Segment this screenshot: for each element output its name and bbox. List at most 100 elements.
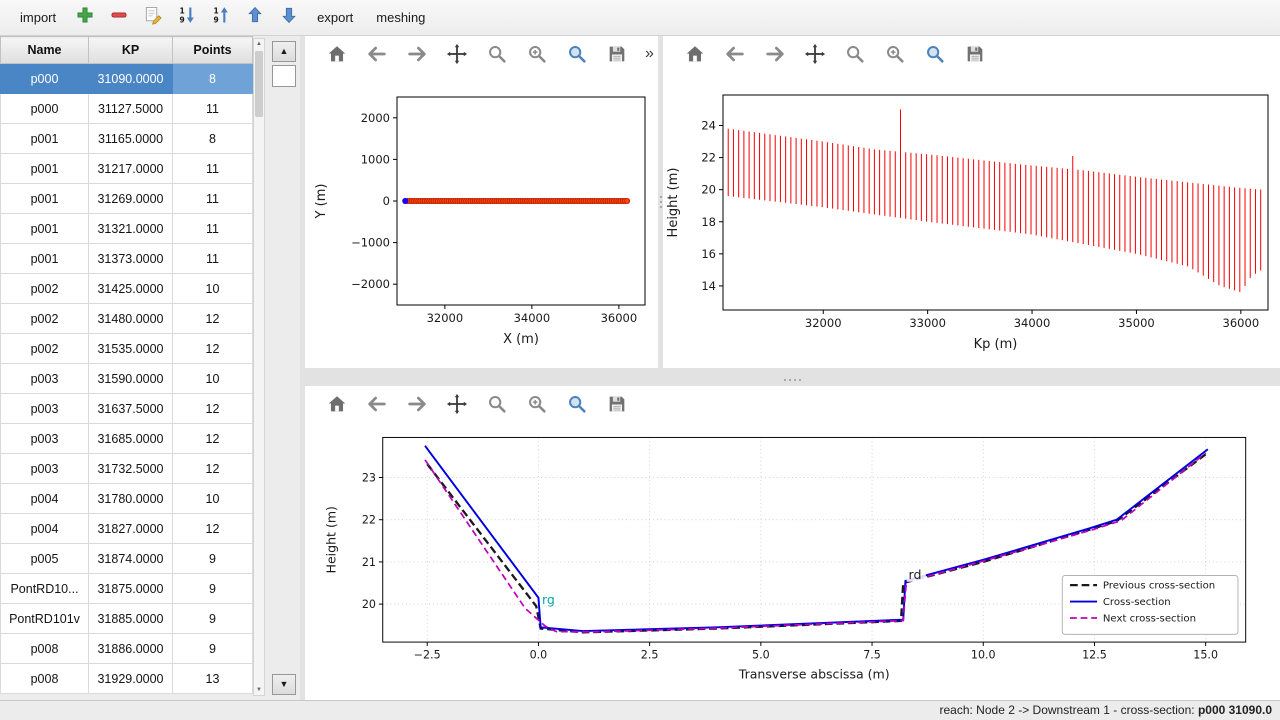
forward-icon[interactable] bbox=[761, 41, 788, 68]
table-row[interactable]: p00331685.000012 bbox=[1, 424, 253, 454]
subplots-icon[interactable] bbox=[523, 391, 550, 418]
svg-text:Kp (m): Kp (m) bbox=[974, 337, 1018, 352]
cross-section-table[interactable]: NameKPPoints p00031090.00008p00031127.50… bbox=[0, 36, 253, 694]
subplots-icon[interactable] bbox=[881, 41, 908, 68]
table-row[interactable]: p00031090.00008 bbox=[1, 64, 253, 94]
column-header-name[interactable]: Name bbox=[1, 37, 89, 64]
table-row[interactable]: p00831929.000013 bbox=[1, 664, 253, 694]
home-icon[interactable] bbox=[323, 391, 350, 418]
svg-text:36000: 36000 bbox=[1223, 316, 1260, 330]
svg-text:24: 24 bbox=[701, 118, 716, 132]
edit-cross-section-button[interactable] bbox=[139, 4, 166, 31]
svg-text:32000: 32000 bbox=[427, 311, 464, 325]
table-row[interactable]: PontRD10...31875.00009 bbox=[1, 574, 253, 604]
subplots-icon[interactable] bbox=[523, 41, 550, 68]
pan-icon[interactable] bbox=[443, 41, 470, 68]
forward-icon[interactable] bbox=[403, 391, 430, 418]
panel-scrollbar-thumb[interactable] bbox=[272, 65, 296, 87]
move-up-button[interactable] bbox=[241, 4, 268, 31]
longitudinal-profile-plot[interactable]: 3200033000340003500036000141618202224Kp … bbox=[663, 72, 1280, 368]
table-row[interactable]: p00231425.000010 bbox=[1, 274, 253, 304]
add-cross-section-button[interactable] bbox=[71, 4, 98, 31]
sort-ascending-icon: 19 bbox=[211, 5, 231, 30]
panel-scrollbar[interactable]: ▲ ▼ bbox=[272, 36, 297, 700]
table-scrollbar[interactable]: ▲ ▼ bbox=[253, 38, 265, 696]
toolbar-overflow-chevron[interactable]: » bbox=[645, 45, 654, 63]
customize-icon[interactable] bbox=[563, 391, 590, 418]
main-area: NameKPPoints p00031090.00008p00031127.50… bbox=[0, 36, 1280, 700]
back-icon[interactable] bbox=[363, 41, 390, 68]
svg-text:9: 9 bbox=[179, 16, 184, 25]
svg-text:16: 16 bbox=[701, 247, 716, 261]
table-row[interactable]: p00431780.000010 bbox=[1, 484, 253, 514]
table-row[interactable]: p00331732.500012 bbox=[1, 454, 253, 484]
customize-icon[interactable] bbox=[921, 41, 948, 68]
svg-text:Transverse abscissa (m): Transverse abscissa (m) bbox=[738, 667, 890, 682]
forward-icon[interactable] bbox=[403, 41, 430, 68]
table-row[interactable]: p00831886.00009 bbox=[1, 634, 253, 664]
table-row[interactable]: PontRD101v31885.00009 bbox=[1, 604, 253, 634]
status-bar: reach: Node 2 -> Downstream 1 - cross-se… bbox=[0, 700, 1280, 720]
table-row[interactable]: p00331590.000010 bbox=[1, 364, 253, 394]
plan-view-toolbar: » bbox=[305, 36, 658, 72]
pan-icon[interactable] bbox=[443, 391, 470, 418]
table-row[interactable]: p00131217.000011 bbox=[1, 154, 253, 184]
table-row[interactable]: p00331637.500012 bbox=[1, 394, 253, 424]
minus-icon bbox=[109, 5, 129, 30]
save-icon[interactable] bbox=[961, 41, 988, 68]
scroll-up-icon[interactable]: ▲ bbox=[254, 40, 264, 48]
table-row[interactable]: p00231535.000012 bbox=[1, 334, 253, 364]
panel-scroll-down-button[interactable]: ▼ bbox=[272, 674, 296, 695]
sort-ascending-button[interactable]: 19 bbox=[207, 4, 234, 31]
plan-view-plot[interactable]: 320003400036000−2000−1000010002000X (m)Y… bbox=[305, 72, 658, 368]
customize-icon[interactable] bbox=[563, 41, 590, 68]
cross-section-list-panel: NameKPPoints p00031090.00008p00031127.50… bbox=[0, 36, 300, 700]
table-row[interactable]: p00231480.000012 bbox=[1, 304, 253, 334]
svg-text:−2.5: −2.5 bbox=[414, 648, 441, 661]
pan-icon[interactable] bbox=[801, 41, 828, 68]
column-header-kp[interactable]: KP bbox=[89, 37, 173, 64]
svg-text:36000: 36000 bbox=[601, 311, 638, 325]
home-icon[interactable] bbox=[681, 41, 708, 68]
svg-text:34000: 34000 bbox=[1014, 316, 1051, 330]
table-row[interactable]: p00031127.500011 bbox=[1, 94, 253, 124]
arrow-down-icon bbox=[279, 5, 299, 30]
remove-cross-section-button[interactable] bbox=[105, 4, 132, 31]
table-row[interactable]: p00131373.000011 bbox=[1, 244, 253, 274]
table-scrollbar-thumb[interactable] bbox=[255, 51, 263, 117]
longitudinal-toolbar bbox=[663, 36, 1280, 72]
table-row[interactable]: p00131269.000011 bbox=[1, 184, 253, 214]
plus-icon bbox=[75, 5, 95, 30]
scroll-down-icon[interactable]: ▼ bbox=[254, 686, 264, 694]
status-text: reach: Node 2 -> Downstream 1 - cross-se… bbox=[940, 703, 1198, 717]
table-row[interactable]: p00431827.000012 bbox=[1, 514, 253, 544]
panel-scroll-up-button[interactable]: ▲ bbox=[272, 41, 296, 62]
zoom-icon[interactable] bbox=[483, 41, 510, 68]
sort-descending-button[interactable]: 19 bbox=[173, 4, 200, 31]
cross-section-figure: rgrd−2.50.02.55.07.510.012.515.020212223… bbox=[305, 386, 1280, 700]
svg-text:32000: 32000 bbox=[805, 316, 842, 330]
zoom-icon[interactable] bbox=[483, 391, 510, 418]
save-icon[interactable] bbox=[603, 391, 630, 418]
edit-pencil-icon bbox=[143, 5, 163, 30]
svg-text:20: 20 bbox=[701, 183, 716, 197]
meshing-button[interactable]: meshing bbox=[368, 6, 433, 29]
svg-text:1: 1 bbox=[179, 6, 184, 15]
import-button[interactable]: import bbox=[12, 6, 64, 29]
cross-section-plot[interactable]: rgrd−2.50.02.55.07.510.012.515.020212223… bbox=[305, 422, 1280, 700]
horizontal-splitter[interactable] bbox=[305, 368, 1280, 386]
back-icon[interactable] bbox=[363, 391, 390, 418]
table-row[interactable]: p00131321.000011 bbox=[1, 214, 253, 244]
table-row[interactable]: p00531874.00009 bbox=[1, 544, 253, 574]
svg-text:rd: rd bbox=[909, 567, 922, 582]
back-icon[interactable] bbox=[721, 41, 748, 68]
save-icon[interactable] bbox=[603, 41, 630, 68]
home-icon[interactable] bbox=[323, 41, 350, 68]
zoom-icon[interactable] bbox=[841, 41, 868, 68]
svg-text:33000: 33000 bbox=[909, 316, 946, 330]
export-button[interactable]: export bbox=[309, 6, 361, 29]
svg-text:7.5: 7.5 bbox=[863, 648, 881, 661]
move-down-button[interactable] bbox=[275, 4, 302, 31]
table-row[interactable]: p00131165.00008 bbox=[1, 124, 253, 154]
column-header-points[interactable]: Points bbox=[173, 37, 253, 64]
